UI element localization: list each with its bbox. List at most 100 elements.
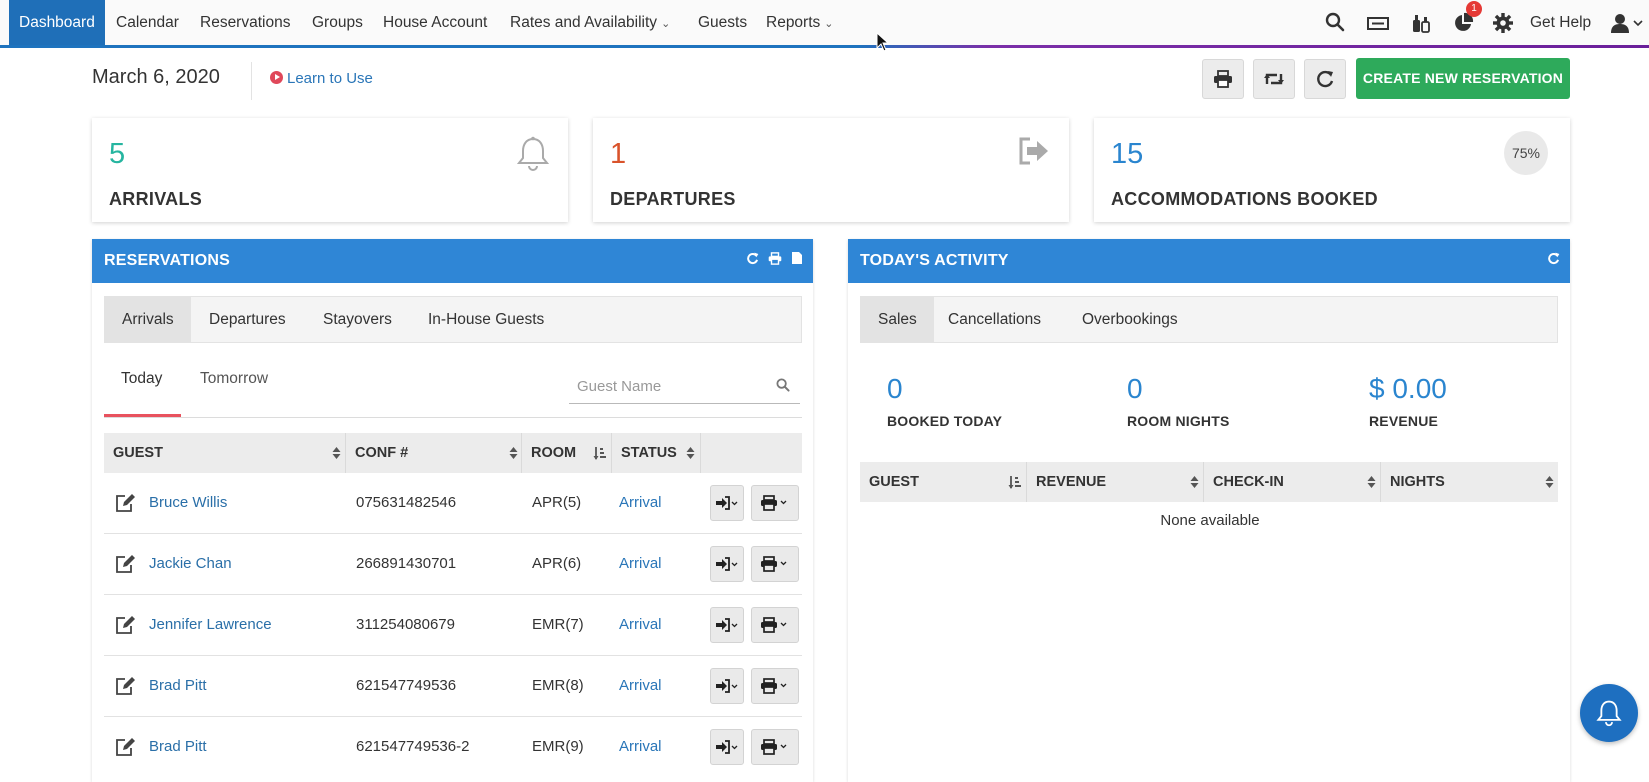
guest-name-link[interactable]: Bruce Willis [149, 494, 227, 511]
table-row: Brad Pitt 621547749536-2 EMR(9) Arrival [104, 717, 802, 778]
bell-icon [1596, 700, 1622, 727]
refresh-icon[interactable] [1547, 239, 1560, 283]
guest-name-link[interactable]: Jackie Chan [149, 555, 232, 572]
column-check-in[interactable]: CHECK-IN [1204, 462, 1380, 502]
subtab-today[interactable]: Today [121, 370, 162, 388]
learn-to-use-link[interactable]: Learn to Use [270, 70, 373, 87]
column-guest[interactable]: GUEST [104, 433, 345, 473]
check-in-dropdown-button[interactable] [710, 546, 744, 582]
status-link[interactable]: Arrival [619, 494, 662, 511]
accommodations-booked-card[interactable]: 15 ACCOMMODATIONS BOOKED 75% [1094, 118, 1570, 222]
sort-amount-icon[interactable] [1008, 475, 1021, 490]
sort-icon[interactable] [1545, 475, 1554, 489]
print-dropdown-button[interactable] [751, 546, 799, 582]
search-icon[interactable] [1325, 12, 1347, 34]
reservations-header: RESERVATIONS [92, 239, 813, 283]
nav-dashboard[interactable]: Dashboard [9, 0, 105, 46]
tab-cancellations[interactable]: Cancellations [931, 297, 1058, 342]
check-in-dropdown-button[interactable] [710, 729, 744, 765]
booked-label: ACCOMMODATIONS BOOKED [1111, 189, 1378, 209]
document-icon[interactable] [791, 239, 803, 283]
subtab-tomorrow[interactable]: Tomorrow [200, 370, 268, 388]
edit-icon[interactable] [114, 737, 136, 762]
room-value: APR(5) [532, 494, 582, 511]
retweet-button[interactable] [1253, 59, 1295, 99]
tab-stayovers[interactable]: Stayovers [306, 297, 409, 342]
nav-reservations[interactable]: Reservations [200, 0, 290, 46]
print-button[interactable] [1202, 59, 1244, 99]
sort-icon[interactable] [686, 446, 695, 460]
check-in-dropdown-button[interactable] [710, 668, 744, 704]
nav-rates-and-availability[interactable]: Rates and Availability ⌄ [510, 0, 670, 46]
learn-to-use-label: Learn to Use [287, 70, 373, 87]
sort-icon[interactable] [509, 446, 518, 460]
print-dropdown-button[interactable] [751, 668, 799, 704]
nav-rates-label: Rates and Availability [510, 14, 658, 31]
reservations-tabs: Arrivals Departures Stayovers In-House G… [104, 296, 802, 343]
search-icon[interactable] [776, 378, 790, 397]
status-link[interactable]: Arrival [619, 616, 662, 633]
notifications-button[interactable] [1580, 684, 1638, 742]
card-icon[interactable] [1366, 12, 1389, 34]
print-dropdown-button[interactable] [751, 485, 799, 521]
edit-icon[interactable] [114, 676, 136, 701]
nav-calendar[interactable]: Calendar [116, 0, 179, 46]
guest-name-link[interactable]: Brad Pitt [149, 677, 207, 694]
column-nights[interactable]: NIGHTS [1381, 462, 1558, 502]
departures-label: DEPARTURES [610, 189, 736, 209]
tab-departures[interactable]: Departures [192, 297, 303, 342]
print-icon [1214, 70, 1232, 88]
get-help-link[interactable]: Get Help [1530, 0, 1591, 46]
column-revenue[interactable]: REVENUE [1027, 462, 1203, 502]
create-new-reservation-button[interactable]: CREATE NEW RESERVATION [1356, 58, 1570, 99]
sort-icon[interactable] [332, 446, 341, 460]
nav-house-account[interactable]: House Account [383, 0, 487, 46]
column-guest[interactable]: GUEST [860, 462, 1026, 502]
edit-icon[interactable] [114, 615, 136, 640]
print-dropdown-button[interactable] [751, 607, 799, 643]
guest-name-link[interactable]: Jennifer Lawrence [149, 616, 272, 633]
departures-card[interactable]: 1 DEPARTURES [593, 118, 1069, 222]
refresh-button[interactable] [1304, 59, 1346, 99]
arrivals-label: ARRIVALS [109, 189, 203, 209]
print-icon [761, 617, 787, 633]
check-in-dropdown-button[interactable] [710, 607, 744, 643]
edit-icon[interactable] [114, 493, 136, 518]
user-icon[interactable] [1610, 12, 1646, 34]
sign-in-icon [716, 496, 738, 510]
print-icon [761, 495, 787, 511]
edit-icon[interactable] [114, 554, 136, 579]
refresh-icon[interactable] [746, 239, 759, 283]
arrivals-card[interactable]: 5 ARRIVALS [92, 118, 568, 222]
notification-badge: 1 [1466, 1, 1482, 17]
nav-guests[interactable]: Guests [698, 0, 747, 46]
column-conf[interactable]: CONF # [346, 433, 521, 473]
check-in-dropdown-button[interactable] [710, 485, 744, 521]
revenue-label: REVENUE [1369, 413, 1439, 429]
status-link[interactable]: Arrival [619, 555, 662, 572]
guest-name-input[interactable] [569, 372, 759, 400]
confirmation-number: 266891430701 [356, 555, 457, 572]
table-row: Jackie Chan 266891430701 APR(6) Arrival [104, 534, 802, 595]
gear-icon[interactable] [1492, 12, 1514, 34]
tab-arrivals[interactable]: Arrivals [105, 297, 191, 342]
confirmation-number: 621547749536 [356, 677, 457, 694]
status-link[interactable]: Arrival [619, 677, 662, 694]
divider [251, 62, 252, 100]
sign-in-icon [716, 618, 738, 632]
guest-name-link[interactable]: Brad Pitt [149, 738, 207, 755]
revenue-value: $ 0.00 [1369, 373, 1447, 404]
print-icon[interactable] [768, 239, 782, 283]
bottles-icon[interactable] [1410, 12, 1432, 34]
status-link[interactable]: Arrival [619, 738, 662, 755]
nav-groups[interactable]: Groups [312, 0, 363, 46]
tab-overbookings[interactable]: Overbookings [1065, 297, 1195, 342]
nav-reports[interactable]: Reports ⌄ [766, 0, 834, 46]
sort-icon[interactable] [1190, 475, 1199, 489]
sort-amount-icon[interactable] [593, 446, 606, 461]
tab-in-house-guests[interactable]: In-House Guests [411, 297, 561, 342]
tab-sales[interactable]: Sales [861, 297, 934, 342]
chevron-down-icon: ⌄ [661, 18, 671, 30]
sort-icon[interactable] [1367, 475, 1376, 489]
print-dropdown-button[interactable] [751, 729, 799, 765]
